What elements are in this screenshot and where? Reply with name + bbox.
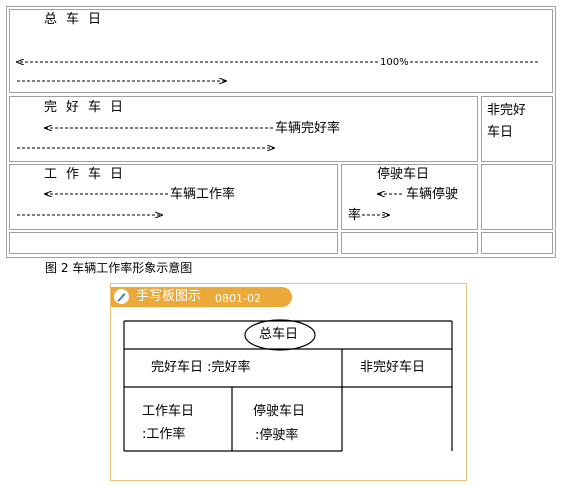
sketch-idle-1: 停驶车日 — [253, 404, 306, 419]
sketch-total: 总车日 — [259, 327, 299, 342]
sketch-bad: 非完好车日 — [360, 360, 426, 375]
sketch-work-1: 工作车日 — [142, 404, 195, 419]
sketch-good: 完好车日 :完好率 — [151, 360, 251, 375]
sketch-work-2: :工作率 — [142, 427, 186, 442]
sketch-idle-2: :停驶率 — [255, 428, 299, 443]
